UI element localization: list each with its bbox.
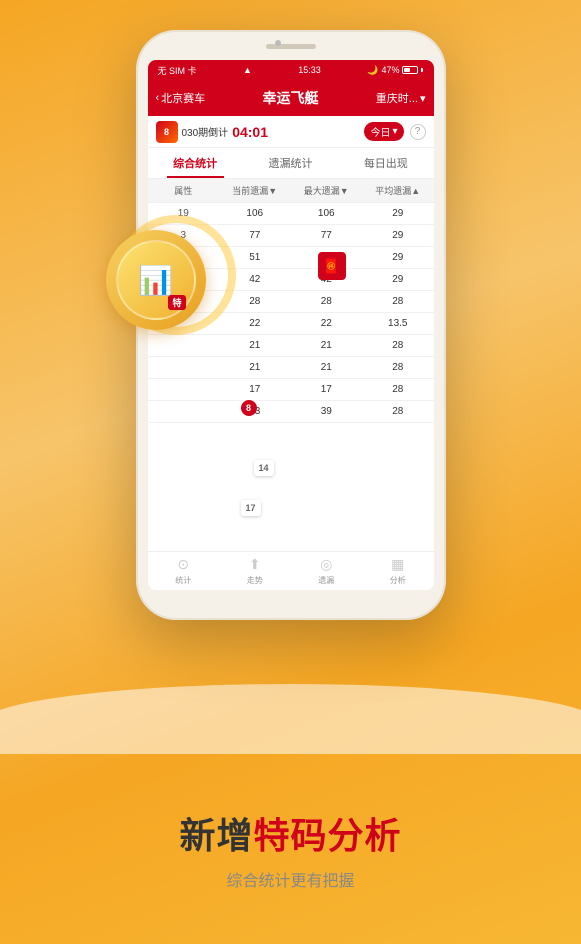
table-row: 21 21 28 <box>148 335 434 357</box>
tab-comprehensive[interactable]: 综合统计 <box>148 148 243 178</box>
side-number-14: 14 <box>254 460 274 476</box>
bottom-nav-trend[interactable]: ⬆ 走势 <box>219 556 291 586</box>
nav-back-button[interactable]: ‹ 北京赛车 <box>156 90 206 106</box>
cell-avg: 28 <box>362 401 434 422</box>
cell-attr <box>148 401 220 422</box>
main-title-normal: 新增 <box>179 815 253 856</box>
phone-mockup: 📊 特 8 14 17 🧧 无 SIM 卡 ▲ 15:33 🌙 47% <box>136 30 446 620</box>
cell-avg: 29 <box>362 247 434 268</box>
cell-attr <box>148 335 220 356</box>
side-number-8: 8 <box>241 400 257 416</box>
gold-badge: 📊 特 <box>106 230 206 330</box>
chart-icon: 📊 <box>138 264 173 297</box>
cell-avg: 28 <box>362 335 434 356</box>
analysis-icon: ▦ <box>391 556 404 573</box>
cell-max: 77 <box>291 225 363 246</box>
app-logo: 8 <box>156 121 178 143</box>
cell-current: 17 <box>219 379 291 400</box>
cell-max: 22 <box>291 313 363 334</box>
today-label: 今日 <box>370 124 390 139</box>
cell-avg: 28 <box>362 291 434 312</box>
carrier-text: 无 SIM 卡 <box>158 64 197 77</box>
nav-bar: ‹ 北京赛车 幸运飞艇 重庆时... ▾ <box>148 80 434 116</box>
cell-max: 17 <box>291 379 363 400</box>
table-row: 21 21 28 <box>148 357 434 379</box>
col-header-attr: 属性 <box>148 179 220 202</box>
main-title: 新增特码分析 <box>179 807 401 859</box>
col-header-avg[interactable]: 平均遗漏▲ <box>362 179 434 202</box>
cell-attr <box>148 357 220 378</box>
cell-max: 106 <box>291 203 363 224</box>
nav-right-label: 重庆时... <box>376 90 418 106</box>
cell-max: 28 <box>291 291 363 312</box>
red-envelope: 🧧 <box>318 252 346 280</box>
bottom-nav-stats[interactable]: ⊙ 统计 <box>148 556 220 586</box>
phone-camera <box>275 40 281 46</box>
stats-icon: ⊙ <box>177 556 189 573</box>
nav-title: 幸运飞艇 <box>205 88 376 108</box>
cell-current: 22 <box>219 313 291 334</box>
cell-attr <box>148 379 220 400</box>
cell-avg: 13.5 <box>362 313 434 334</box>
bottom-nav-analysis[interactable]: ▦ 分析 <box>362 556 434 586</box>
table-header: 属性 当前遗漏▼ 最大遗漏▼ 平均遗漏▲ <box>148 179 434 203</box>
cell-avg: 28 <box>362 357 434 378</box>
tab-missed[interactable]: 遗漏统计 <box>243 148 338 178</box>
tab-daily[interactable]: 每日出现 <box>338 148 433 178</box>
cell-current: 21 <box>219 335 291 356</box>
logo-text: 8 <box>164 127 169 137</box>
sub-title: 综合统计更有把握 <box>226 867 354 891</box>
countdown-display: 04:01 <box>232 124 268 140</box>
moon-icon: 🌙 <box>367 65 378 76</box>
trend-icon: ⬆ <box>249 556 261 573</box>
timer-bar: 8 030期倒计 04:01 今日 ▾ ? <box>148 116 434 148</box>
tabs-bar: 综合统计 遗漏统计 每日出现 <box>148 148 434 179</box>
nav-right[interactable]: 重庆时... ▾ <box>376 90 426 106</box>
cell-max: 21 <box>291 357 363 378</box>
cell-current: 106 <box>219 203 291 224</box>
battery-percent: 47% <box>381 65 399 75</box>
dropdown-icon: ▾ <box>392 126 397 137</box>
col-header-current[interactable]: 当前遗漏▼ <box>219 179 291 202</box>
cell-max: 39 <box>291 401 363 422</box>
bottom-nav-missed[interactable]: ◎ 遗漏 <box>291 556 363 586</box>
col-header-max[interactable]: 最大遗漏▼ <box>291 179 363 202</box>
chevron-down-icon: ▾ <box>420 92 426 105</box>
period-text: 030期倒计 <box>182 124 229 139</box>
bottom-nav: ⊙ 统计 ⬆ 走势 ◎ 遗漏 ▦ 分析 <box>148 551 434 590</box>
status-bar: 无 SIM 卡 ▲ 15:33 🌙 47% <box>148 60 434 80</box>
cell-current: 77 <box>219 225 291 246</box>
cell-max: 21 <box>291 335 363 356</box>
bottom-section: 新增特码分析 综合统计更有把握 <box>0 754 581 944</box>
cell-current: 21 <box>219 357 291 378</box>
badge-label: 特 <box>168 295 185 310</box>
cell-avg: 29 <box>362 203 434 224</box>
cell-avg: 28 <box>362 379 434 400</box>
phone-speaker <box>266 44 316 49</box>
cell-avg: 29 <box>362 269 434 290</box>
time-display: 15:33 <box>298 65 321 75</box>
today-button[interactable]: 今日 ▾ <box>364 122 403 141</box>
missed-icon: ◎ <box>320 556 332 573</box>
nav-back-label: 北京赛车 <box>161 90 205 106</box>
battery-icon <box>402 66 418 74</box>
table-row: 13 39 28 <box>148 401 434 423</box>
battery-tip <box>421 68 423 72</box>
cloud-decoration <box>0 674 581 754</box>
back-chevron: ‹ <box>156 92 160 104</box>
table-row: 17 17 28 <box>148 379 434 401</box>
wifi-icon: ▲ <box>243 65 252 75</box>
cell-avg: 29 <box>362 225 434 246</box>
side-number-17: 17 <box>241 500 261 516</box>
help-icon: ? <box>415 126 421 137</box>
help-button[interactable]: ? <box>410 124 426 140</box>
main-title-highlight: 特码分析 <box>254 815 402 856</box>
